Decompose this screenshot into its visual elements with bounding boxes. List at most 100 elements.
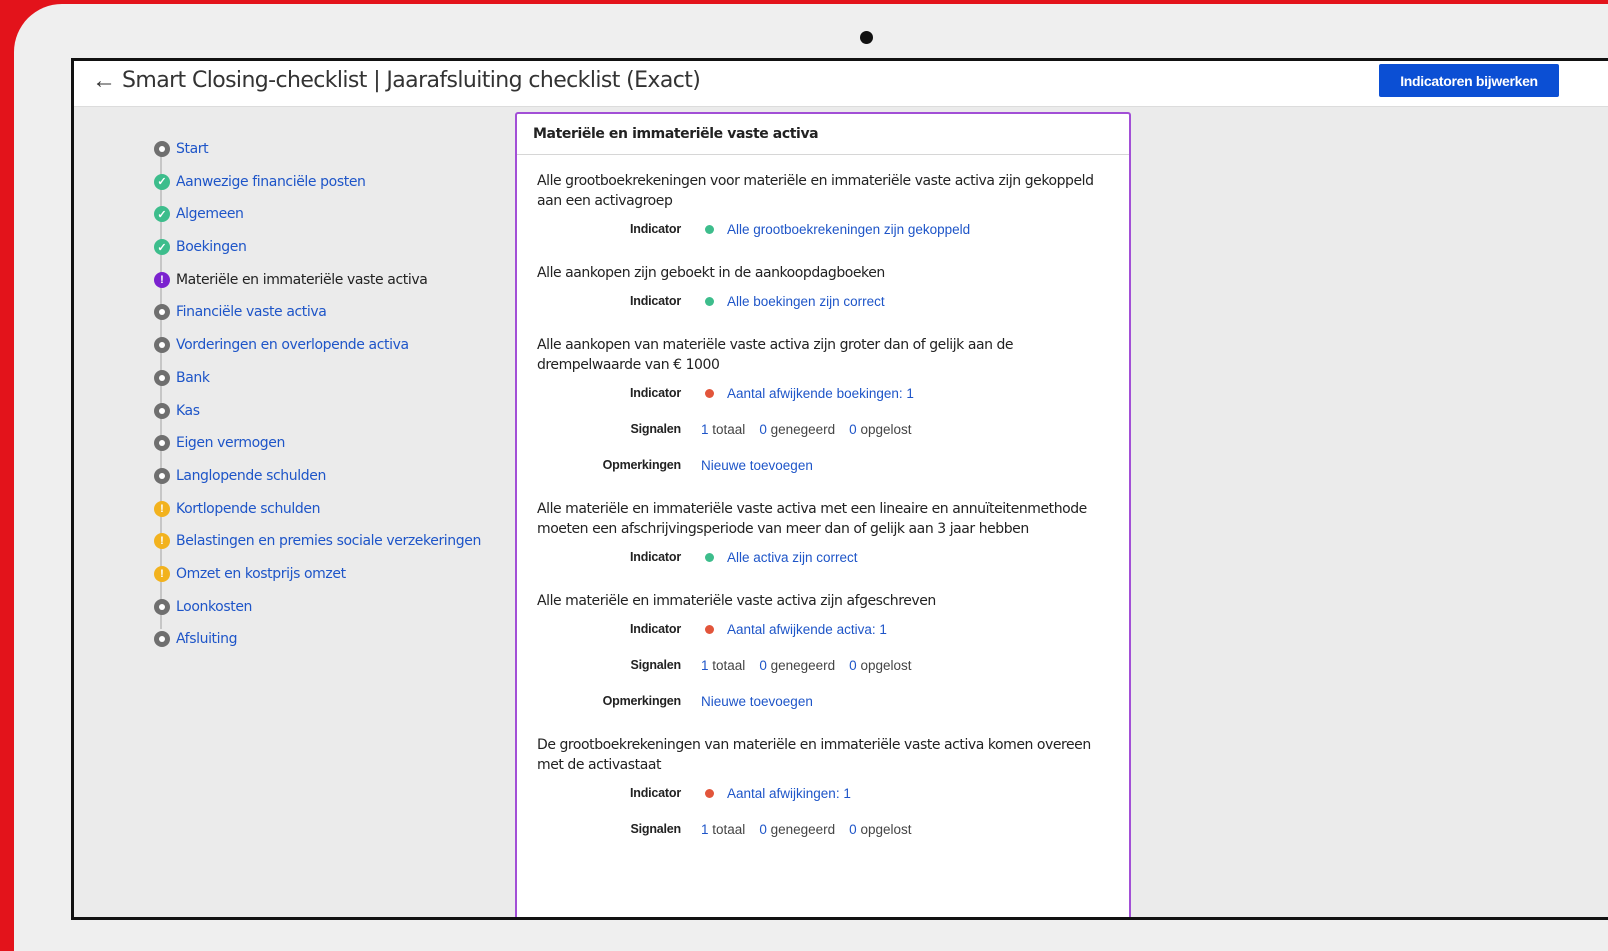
step-label[interactable]: Omzet en kostprijs omzet — [176, 566, 346, 582]
check-item: Alle aankopen zijn geboekt in de aankoop… — [517, 247, 1129, 319]
step-label[interactable]: Afsluiting — [176, 631, 237, 647]
indicator-link[interactable]: Alle activa zijn correct — [727, 550, 858, 565]
step-label[interactable]: Boekingen — [176, 239, 247, 255]
signals-row: Signalen 1 totaal 0 genegeerd 0 opgelost — [537, 811, 1109, 847]
step-item[interactable]: Financiële vaste activa — [154, 304, 514, 337]
checks-list: Alle grootboekrekeningen voor materiële … — [517, 155, 1129, 847]
indicator-row-label: Indicator — [630, 786, 681, 800]
step-item[interactable]: ✓ Boekingen — [154, 239, 514, 272]
indicator-row: Indicator Alle boekingen zijn correct — [537, 283, 1109, 319]
step-item[interactable]: Eigen vermogen — [154, 435, 514, 468]
indicator-row: Indicator Aantal afwijkingen: 1 — [537, 775, 1109, 811]
indicator-row: Indicator Alle grootboekrekeningen zijn g… — [537, 211, 1109, 247]
step-label[interactable]: Eigen vermogen — [176, 435, 285, 451]
indicator-link[interactable]: Alle grootboekrekeningen zijn gekoppeld — [727, 222, 970, 237]
step-item[interactable]: Loonkosten — [154, 598, 514, 632]
signals-total-label: totaal — [712, 821, 746, 837]
signals-resolved-link[interactable]: 0 opgelost — [849, 822, 925, 837]
checkmark-icon: ✓ — [154, 206, 170, 223]
signals-row-label: Signalen — [630, 422, 682, 436]
update-indicators-button[interactable]: Indicatoren bijwerken — [1379, 64, 1559, 97]
check-description: Alle grootboekrekeningen voor materiële … — [537, 173, 1094, 209]
warning-icon: ! — [154, 500, 170, 517]
indicator-link[interactable]: Alle boekingen zijn correct — [727, 294, 885, 309]
signals-total-link[interactable]: 1 totaal — [701, 422, 759, 437]
step-item[interactable]: Afsluiting — [154, 631, 514, 664]
signals-resolved-count: 0 — [849, 821, 857, 837]
camera-icon — [860, 31, 873, 44]
step-label[interactable]: Kas — [176, 403, 200, 419]
step-item[interactable]: ✓ Algemeen — [154, 206, 514, 239]
indicator-row-value: Alle activa zijn correct — [701, 550, 858, 565]
signals-ignored-link[interactable]: 0 genegeerd — [759, 658, 849, 673]
step-item[interactable]: ! Materiële en immateriële vaste activa — [154, 271, 514, 305]
step-label[interactable]: Aanwezige financiële posten — [176, 174, 366, 190]
step-label[interactable]: Loonkosten — [176, 599, 252, 615]
step-item[interactable]: ! Kortlopende schulden — [154, 500, 514, 534]
indicator-row: Indicator Aantal afwijkende boekingen: 1 — [537, 375, 1109, 411]
step-item[interactable]: Langlopende schulden — [154, 467, 514, 501]
step-label[interactable]: Kortlopende schulden — [176, 501, 320, 517]
indicator-row-label: Indicator — [630, 622, 681, 636]
step-label[interactable]: Vorderingen en overlopende activa — [176, 337, 409, 353]
remarks-row-value: Nieuwe toevoegen — [701, 694, 813, 709]
signals-row-value: 1 totaal 0 genegeerd 0 opgelost — [701, 658, 925, 673]
step-item[interactable]: Bank — [154, 369, 514, 403]
indicator-link[interactable]: Aantal afwijkingen: 1 — [727, 786, 851, 801]
step-label[interactable]: Bank — [176, 370, 210, 386]
step-label[interactable]: Start — [176, 141, 209, 157]
signals-row-value: 1 totaal 0 genegeerd 0 opgelost — [701, 822, 925, 837]
step-label[interactable]: Belastingen en premies sociale verzekeri… — [176, 533, 481, 549]
indicator-link[interactable]: Aantal afwijkende activa: 1 — [727, 622, 887, 637]
signals-ignored-count: 0 — [759, 657, 767, 673]
remarks-row: Opmerkingen Nieuwe toevoegen — [537, 683, 1109, 719]
indicator-row-value: Aantal afwijkingen: 1 — [701, 786, 851, 801]
signals-resolved-link[interactable]: 0 opgelost — [849, 658, 925, 673]
step-item[interactable]: Start — [154, 141, 514, 174]
checkmark-icon: ✓ — [154, 173, 170, 190]
signals-ignored-link[interactable]: 0 genegeerd — [759, 422, 849, 437]
step-item[interactable]: ✓ Aanwezige financiële posten — [154, 173, 514, 207]
signals-total-link[interactable]: 1 totaal — [701, 658, 759, 673]
step-label[interactable]: Financiële vaste activa — [176, 304, 327, 320]
back-arrow-icon[interactable]: ← — [92, 67, 116, 95]
signals-resolved-link[interactable]: 0 opgelost — [849, 422, 925, 437]
add-remark-link[interactable]: Nieuwe toevoegen — [701, 458, 813, 473]
remarks-row-label: Opmerkingen — [602, 694, 682, 708]
indicator-row: Indicator Aantal afwijkende activa: 1 — [537, 611, 1109, 647]
checklist-steps: Start ✓ Aanwezige financiële posten ✓ Algeme… — [154, 141, 514, 664]
indicator-row: Indicator Alle activa zijn correct — [537, 539, 1109, 575]
signals-resolved-label: opgelost — [860, 821, 912, 837]
exclamation-icon: ! — [154, 271, 170, 288]
status-ok-icon — [705, 224, 714, 234]
indicator-row-value: Alle boekingen zijn correct — [701, 294, 885, 309]
step-label[interactable]: Materiële en immateriële vaste activa — [176, 272, 428, 288]
step-label[interactable]: Algemeen — [176, 206, 244, 222]
remarks-row: Opmerkingen Nieuwe toevoegen — [537, 447, 1109, 483]
step-pending-icon — [154, 598, 170, 615]
app-screen: ← Smart Closing-checklist | Jaarafsluiti… — [71, 58, 1608, 920]
step-item[interactable]: ! Belastingen en premies sociale verzeker… — [154, 533, 514, 566]
add-remark-link[interactable]: Nieuwe toevoegen — [701, 694, 813, 709]
signals-ignored-link[interactable]: 0 genegeerd — [759, 822, 849, 837]
step-item[interactable]: Kas — [154, 402, 514, 436]
step-item[interactable]: ! Omzet en kostprijs omzet — [154, 565, 514, 599]
checkmark-icon: ✓ — [154, 239, 170, 256]
step-item[interactable]: Vorderingen en overlopende activa — [154, 337, 514, 370]
check-description: Alle aankopen van materiële vaste activa… — [537, 337, 1014, 373]
check-description: De grootboekrekeningen van materiële en … — [537, 737, 1091, 773]
signals-total-link[interactable]: 1 totaal — [701, 822, 759, 837]
check-item: De grootboekrekeningen van materiële en … — [517, 719, 1129, 847]
check-item: Alle aankopen van materiële vaste activa… — [517, 319, 1129, 483]
step-pending-icon — [154, 141, 170, 157]
step-label[interactable]: Langlopende schulden — [176, 468, 326, 484]
indicator-row-label: Indicator — [630, 386, 681, 400]
top-bar: ← Smart Closing-checklist | Jaarafsluiti… — [74, 61, 1608, 107]
panel-title: Materiële en immateriële vaste activa — [517, 114, 1129, 155]
check-description: Alle materiële en immateriële vaste acti… — [537, 501, 1087, 537]
check-item: Alle materiële en immateriële vaste acti… — [517, 575, 1129, 719]
indicator-row-label: Indicator — [630, 222, 681, 236]
indicator-row-label: Indicator — [630, 550, 681, 564]
step-pending-icon — [154, 402, 170, 419]
indicator-link[interactable]: Aantal afwijkende boekingen: 1 — [727, 386, 914, 401]
